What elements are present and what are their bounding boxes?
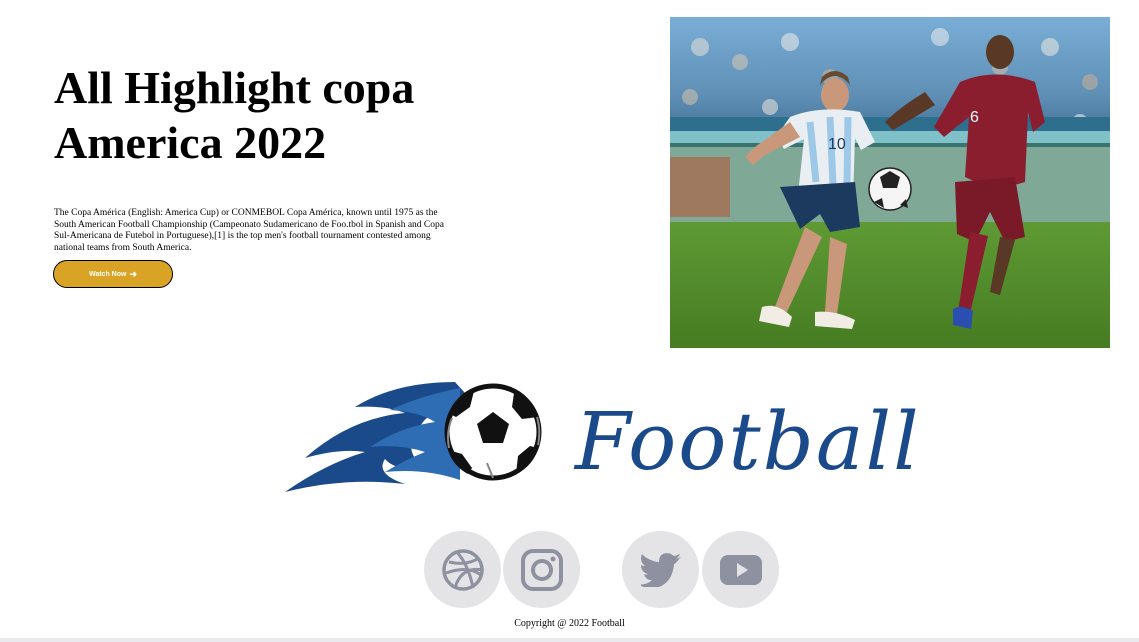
instagram-link[interactable] <box>503 531 580 608</box>
hero-title: All Highlight copa America 2022 <box>54 62 415 168</box>
twitter-link[interactable] <box>622 531 699 608</box>
watch-now-label: Watch Now <box>88 270 127 278</box>
hero-photo: 10 6 <box>670 17 1110 348</box>
copyright-text: Copyright @ 2022 Football <box>514 618 625 629</box>
bottom-divider <box>0 638 1139 642</box>
soccer-match-photo: 10 6 <box>670 17 1110 348</box>
youtube-icon <box>719 554 762 585</box>
twitter-icon <box>640 552 681 587</box>
jersey-number-right: 6 <box>970 109 979 126</box>
dribbble-link[interactable] <box>424 531 501 608</box>
logo-wordmark: Football <box>575 395 921 488</box>
arrow-right-icon: ➜ <box>129 268 137 279</box>
youtube-link[interactable] <box>702 531 779 608</box>
instagram-icon <box>520 548 563 591</box>
watch-now-button[interactable]: Watch Now ➜ <box>53 260 173 288</box>
soccer-ball-icon <box>444 383 542 481</box>
dribbble-icon <box>441 548 484 591</box>
hero-description: The Copa América (English: America Cup) … <box>54 208 444 253</box>
jersey-number-left: 10 <box>828 136 846 153</box>
